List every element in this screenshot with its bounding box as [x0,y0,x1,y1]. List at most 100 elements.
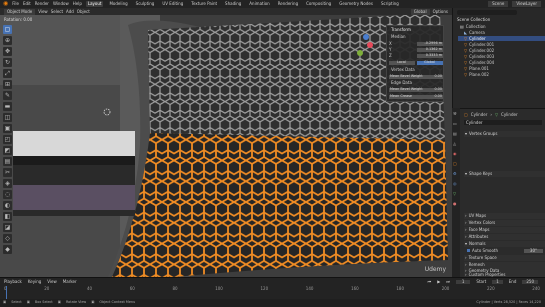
rip-tool-icon[interactable]: ◆ [3,245,12,254]
outliner-search-bar[interactable] [457,10,517,15]
properties-breadcrumb: ▢ Cylinder › ▽ Cylinder [464,112,518,117]
outliner-row-cylinder-003[interactable]: ▽ Cylinder.003 [464,54,545,59]
current-frame-field[interactable]: 1 [455,280,471,284]
menu-window[interactable]: Window [53,2,69,6]
mode-selector[interactable]: Object Mode [4,8,36,15]
transform-orientation-selector[interactable]: Global [410,8,430,15]
3d-viewport[interactable]: Rotation: 0.00 Udemy [0,15,452,277]
workspace-tab-shading[interactable]: Shading [223,1,243,7]
blender-logo-icon[interactable]: ◉ [3,1,8,7]
menu-edit[interactable]: Edit [23,2,31,6]
data-tab-icon[interactable]: ▽ [453,192,456,196]
render-tab-icon[interactable]: ▭ [453,122,457,126]
view-menu[interactable]: View [38,9,48,14]
section-texture-space[interactable]: › Texture Space [464,255,545,261]
outliner-row-cylinder[interactable]: ▽ Cylinder [458,36,545,41]
outliner-row-plane-002[interactable]: ▽ Plane.002 [464,72,545,77]
edge-slide-tool-icon[interactable]: ◧ [3,212,12,221]
section-face-maps[interactable]: › Face Maps [464,227,545,233]
marker-menu[interactable]: Marker [63,280,77,284]
section-normals[interactable]: ▾ Normals [464,241,545,247]
workspace-tab-geometry-nodes[interactable]: Geometry Nodes [337,1,375,7]
add-cube-tool-icon[interactable]: ◫ [3,113,12,122]
view-layer-selector[interactable]: ViewLayer [512,1,541,7]
workspace-tab-layout[interactable]: Layout [85,1,104,7]
timeline-ruler[interactable]: 0 20 40 60 80 100 120 140 160 180 200 22… [4,287,540,292]
outliner-row-cylinder-001[interactable]: ▽ Cylinder.001 [464,42,545,47]
object-menu[interactable]: Object [77,9,90,14]
section-shape-keys[interactable]: ▾ Shape Keys [464,171,545,177]
jump-end-icon[interactable]: ⏭ [446,280,450,284]
smooth-tool-icon[interactable]: ◐ [3,201,12,210]
playback-menu[interactable]: Playback [4,280,22,284]
menu-file[interactable]: File [12,2,19,6]
scale-tool-icon[interactable]: ⤢ [3,69,12,78]
options-button[interactable]: Options [433,9,448,14]
world-tab-icon[interactable]: ◉ [453,152,457,156]
vertex-bevel-weight-field[interactable]: Mean Bevel Weight 0.00 [389,74,443,79]
workspace-tab-uv-editing[interactable]: UV Editing [160,1,185,7]
transform-tool-icon[interactable]: ⊞ [3,80,12,89]
cursor-tool-icon[interactable]: ⊕ [3,36,12,45]
select-menu[interactable]: Select [51,9,63,14]
knife-tool-icon[interactable]: ✂ [3,168,12,177]
rotate-tool-icon[interactable]: ↻ [3,58,12,67]
move-tool-icon[interactable]: ✥ [3,47,12,56]
shrink-tool-icon[interactable]: ◪ [3,223,12,232]
poly-build-tool-icon[interactable]: ◈ [3,179,12,188]
workspace-tab-modeling[interactable]: Modeling [107,1,129,7]
mesh-data-name-field[interactable]: Cylinder [464,120,542,125]
auto-smooth-checkbox[interactable] [467,249,470,252]
mean-crease-field[interactable]: Mean Crease 0.00 [389,94,443,99]
workspace-tab-compositing[interactable]: Compositing [304,1,333,7]
auto-smooth-angle-field[interactable]: 30° [523,248,543,253]
bevel-tool-icon[interactable]: ◩ [3,146,12,155]
workspace-tab-sculpting[interactable]: Sculpting [134,1,157,7]
tool-tab-icon[interactable]: ⚒ [453,112,457,116]
modifier-tab-icon[interactable]: ⚙ [453,172,457,176]
median-y-field[interactable]: 0.1362 m [417,47,443,52]
inset-tool-icon[interactable]: ◰ [3,135,12,144]
outliner-row-cylinder-004[interactable]: ▽ Cylinder.004 [464,60,545,65]
workspace-tab-animation[interactable]: Animation [247,1,271,7]
workspace-tab-rendering[interactable]: Rendering [276,1,300,7]
timeline-view-menu[interactable]: View [47,280,57,284]
physics-tab-icon[interactable]: ◎ [453,182,457,186]
spin-tool-icon[interactable]: ◌ [3,190,12,199]
end-frame-field[interactable]: 250 [522,280,538,284]
outliner-row-collection[interactable]: ▤ Collection [460,24,545,29]
material-tab-icon[interactable]: ● [453,202,457,206]
workspace-tab-texture-paint[interactable]: Texture Paint [189,1,219,7]
global-space-button[interactable]: Global [417,60,443,65]
output-tab-icon[interactable]: ▤ [453,132,457,136]
section-vertex-groups[interactable]: ▾ Vertex Groups [464,131,545,137]
extrude-tool-icon[interactable]: ▣ [3,124,12,133]
keying-menu[interactable]: Keying [28,280,41,284]
outliner-row-camera[interactable]: ◣ Camera [464,30,545,35]
loop-cut-tool-icon[interactable]: ▤ [3,157,12,166]
playhead[interactable] [6,286,7,299]
section-attributes[interactable]: › Attributes [464,234,545,240]
median-z-field[interactable]: 0.3333 m [417,53,443,58]
select-box-tool-icon[interactable]: ▢ [3,25,12,34]
median-x-field[interactable]: -0.2996 m [417,41,443,46]
shear-tool-icon[interactable]: ◇ [3,234,12,243]
menu-help[interactable]: Help [73,2,82,6]
add-menu[interactable]: Add [66,9,74,14]
object-tab-icon[interactable]: ▢ [453,162,457,166]
menu-render[interactable]: Render [35,2,49,6]
section-vertex-colors[interactable]: › Vertex Colors [464,220,545,226]
section-uv-maps[interactable]: › UV Maps [464,213,545,219]
workspace-tab-scripting[interactable]: Scripting [379,1,401,7]
play-button-icon[interactable]: ▶ [437,280,440,284]
annotate-tool-icon[interactable]: ✎ [3,91,12,100]
measure-tool-icon[interactable]: ▬ [3,102,12,111]
scene-tab-icon[interactable]: ◬ [453,142,456,146]
outliner-row-cylinder-002[interactable]: ▽ Cylinder.002 [464,48,545,53]
jump-start-icon[interactable]: ⏮ [428,280,432,284]
scene-selector[interactable]: Scene [488,1,509,7]
local-space-button[interactable]: Local [389,60,415,65]
edge-bevel-weight-field[interactable]: Mean Bevel Weight 0.00 [389,87,443,92]
outliner-row-plane-001[interactable]: ▽ Plane.001 [464,66,545,71]
start-frame-field[interactable]: 1 [492,280,503,284]
